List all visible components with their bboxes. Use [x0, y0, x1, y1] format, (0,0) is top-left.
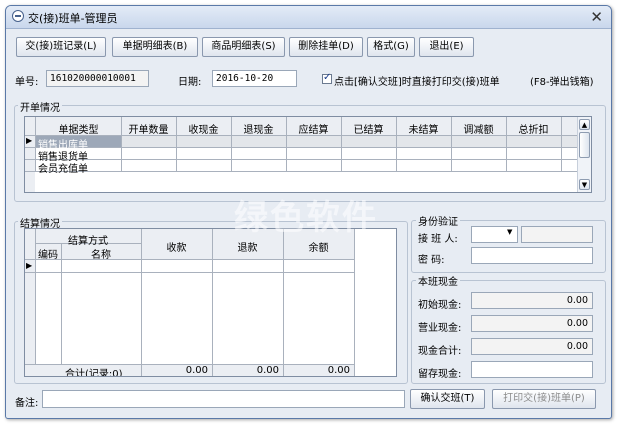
confirm-handover-button[interactable]: 确认交班(T): [410, 389, 485, 409]
cash-total-label: 现金合计:: [418, 346, 462, 357]
identity-group-title: 身份验证: [416, 213, 460, 228]
col-header-type: 单据类型: [58, 125, 99, 136]
order-details-button[interactable]: 单据明细表(B): [112, 37, 198, 57]
window-title: 交(接)班单-管理员: [28, 12, 118, 25]
business-cash-field: 0.00: [471, 315, 593, 332]
col-header-reduction: 调减额: [463, 125, 494, 136]
opening-grid[interactable]: 单据类型 开单数量 收现金 退现金 应结算 已结算 未结算 调减额 总折扣 ▶ …: [24, 116, 592, 193]
receiver-name-field: [521, 226, 593, 243]
scroll-up-icon[interactable]: ▲: [579, 119, 590, 130]
order-no-field: 161020000010001: [46, 70, 149, 87]
col-header-code: 编码: [38, 250, 58, 261]
scroll-thumb[interactable]: [579, 132, 590, 158]
print-handover-button[interactable]: 打印交(接)班单(P): [492, 389, 596, 409]
print-on-confirm-checkbox[interactable]: [322, 72, 332, 84]
receiver-label: 接 班 人:: [418, 234, 458, 245]
cash-total-field: 0.00: [471, 338, 593, 355]
product-details-button[interactable]: 商品明细表(S): [202, 37, 285, 57]
col-header-receipts: 收款: [166, 243, 187, 254]
order-no-label: 单号:: [15, 77, 39, 88]
col-header-settled: 已结算: [353, 125, 384, 136]
scroll-down-icon[interactable]: ▼: [579, 179, 590, 190]
retained-cash-label: 留存现金:: [418, 369, 462, 380]
password-label: 密 码:: [418, 255, 445, 266]
title-bar: 交(接)班单-管理员 ✕: [6, 6, 611, 29]
col-header-cash-received: 收现金: [188, 125, 219, 136]
date-label: 日期:: [178, 77, 202, 88]
col-header-name: 名称: [91, 250, 111, 261]
app-icon: [12, 10, 24, 22]
settlement-total-refunds: 0.00: [256, 365, 279, 376]
settlement-total-receipts: 0.00: [185, 365, 208, 376]
col-header-discount: 总折扣: [518, 125, 549, 136]
close-icon[interactable]: ✕: [590, 8, 603, 26]
col-header-balance: 余额: [308, 243, 329, 254]
col-header-unsettled: 未结算: [408, 125, 439, 136]
chevron-down-icon[interactable]: ▼: [507, 228, 512, 236]
format-button[interactable]: 格式(G): [367, 37, 415, 57]
opening-group-title: 开单情况: [18, 99, 62, 114]
print-on-confirm-label: 点击[确认交班]时直接打印交(接)班单: [334, 77, 500, 88]
initial-cash-field: 0.00: [471, 292, 593, 309]
cash-group-title: 本班现金: [416, 273, 460, 288]
col-header-cash-refunded: 退现金: [243, 125, 274, 136]
shift-records-button[interactable]: 交(接)班记录(L): [16, 37, 106, 57]
date-field[interactable]: 2016-10-20: [212, 70, 297, 87]
exit-button[interactable]: 退出(E): [419, 37, 474, 57]
settlement-total-label: 合计(记录:0): [65, 369, 123, 377]
initial-cash-label: 初始现金:: [418, 300, 462, 311]
delete-pending-button[interactable]: 删除挂单(D): [289, 37, 363, 57]
opening-scrollbar[interactable]: ▲ ▼: [577, 117, 591, 192]
col-header-order-count: 开单数量: [128, 125, 169, 136]
cash-drawer-hint: (F8-弹出钱箱): [530, 77, 594, 88]
password-field[interactable]: [471, 247, 593, 264]
shift-handover-window: 交(接)班单-管理员 ✕ 交(接)班记录(L) 单据明细表(B) 商品明细表(S…: [5, 5, 612, 419]
remark-field[interactable]: [42, 390, 405, 408]
settlement-grid[interactable]: 结算方式 编码 名称 收款 退款 余额 ▶ 合计(记录:0) 0.00 0.00…: [24, 228, 397, 377]
retained-cash-field[interactable]: [471, 361, 593, 378]
row-pointer-icon: ▶: [26, 261, 33, 270]
settlement-total-balance: 0.00: [327, 365, 350, 376]
remark-label: 备注:: [15, 398, 39, 409]
row-pointer-icon: ▶: [26, 136, 33, 145]
business-cash-label: 营业现金:: [418, 323, 462, 334]
col-header-method: 结算方式: [68, 236, 108, 247]
table-row[interactable]: 会员充值单: [38, 160, 88, 175]
col-header-payable: 应结算: [298, 125, 329, 136]
col-header-refunds: 退款: [237, 243, 258, 254]
